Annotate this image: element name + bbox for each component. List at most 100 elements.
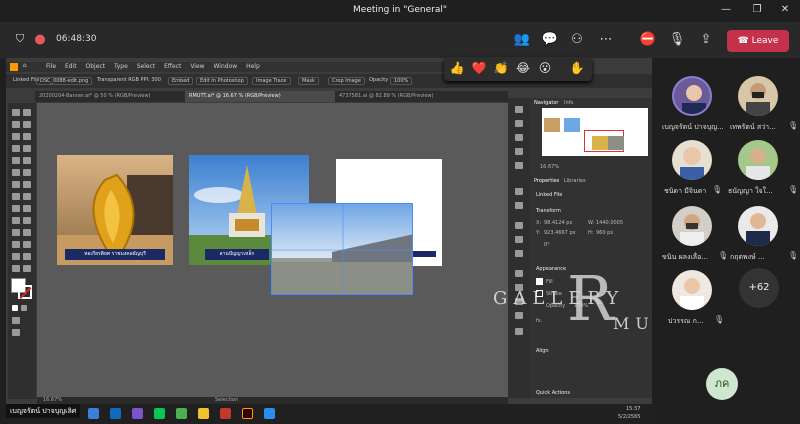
- linked-file-link[interactable]: DSC_0088-edit.png: [36, 77, 93, 85]
- surprised-reaction-icon[interactable]: 😮: [536, 61, 554, 75]
- tab-info[interactable]: Info: [564, 100, 573, 106]
- tab-libraries[interactable]: Libraries: [564, 178, 586, 184]
- menu-view[interactable]: View: [190, 63, 204, 70]
- eraser-tool-icon[interactable]: [23, 169, 31, 176]
- more-options-icon[interactable]: ⋯: [596, 32, 616, 47]
- close-icon[interactable]: ✕: [775, 4, 795, 15]
- placed-image-selected[interactable]: [271, 203, 413, 295]
- symbols-panel-icon[interactable]: [515, 202, 523, 209]
- libraries-panel-icon[interactable]: [515, 134, 523, 141]
- menu-select[interactable]: Select: [137, 63, 156, 70]
- artboard-tool-icon[interactable]: [12, 253, 20, 260]
- edit-in-photoshop-button[interactable]: Edit In Photoshop: [196, 77, 248, 85]
- tab-navigator[interactable]: Navigator: [534, 100, 558, 106]
- leave-button[interactable]: ☎ Leave: [727, 30, 789, 52]
- type-tool-icon[interactable]: [12, 145, 20, 152]
- lasso-tool-icon[interactable]: [23, 121, 31, 128]
- layers-panel-icon[interactable]: [515, 120, 523, 127]
- screen-mode-icon[interactable]: [12, 329, 20, 336]
- artboard-canvas[interactable]: หอเกียรติยศ ราชมงคลธัญบุรี ลานปัญญาเหล็ก: [37, 103, 508, 397]
- minimize-icon[interactable]: —: [716, 4, 736, 15]
- avatar[interactable]: [738, 206, 778, 246]
- brushes-panel-icon[interactable]: [515, 188, 523, 195]
- transparency-panel-icon[interactable]: [515, 250, 523, 257]
- selection-tool-icon[interactable]: [12, 109, 20, 116]
- tab-rmutt[interactable]: RMUTT.ai* @ 16.67 % (RGB/Preview): [185, 91, 335, 102]
- tab-4737581[interactable]: 4737581.ai @ 82.89 % (RGB/Preview): [335, 91, 485, 102]
- curvature-tool-icon[interactable]: [23, 133, 31, 140]
- color-mode-icon[interactable]: [12, 305, 18, 311]
- gradient-mode-icon[interactable]: [21, 305, 27, 311]
- slice-tool-icon[interactable]: [23, 253, 31, 260]
- embed-button[interactable]: Embed: [168, 77, 194, 85]
- perspective-grid-tool-icon[interactable]: [23, 205, 31, 212]
- color-panel-icon[interactable]: [515, 148, 523, 155]
- gradient-panel-icon[interactable]: [515, 236, 523, 243]
- avatar[interactable]: [672, 206, 712, 246]
- self-avatar[interactable]: ภค: [706, 368, 738, 400]
- w-field[interactable]: 1440.0005: [596, 220, 623, 226]
- file-explorer-icon[interactable]: [198, 408, 209, 419]
- avatar[interactable]: [672, 140, 712, 180]
- swatches-panel-icon[interactable]: [515, 162, 523, 169]
- camera-off-icon[interactable]: ⛔: [638, 32, 658, 47]
- heart-reaction-icon[interactable]: ❤️: [470, 61, 488, 75]
- maximize-icon[interactable]: ❐: [747, 4, 767, 15]
- opacity-input[interactable]: 100%: [390, 77, 413, 85]
- menu-edit[interactable]: Edit: [65, 63, 77, 70]
- like-reaction-icon[interactable]: 👍: [448, 61, 466, 75]
- draw-mode-icon[interactable]: [12, 317, 20, 324]
- menu-type[interactable]: Type: [114, 63, 128, 70]
- properties-panel-icon[interactable]: [515, 106, 523, 113]
- line-app-icon[interactable]: [154, 408, 165, 419]
- laugh-reaction-icon[interactable]: 😂: [514, 61, 532, 75]
- pen-tool-icon[interactable]: [12, 133, 20, 140]
- magic-wand-tool-icon[interactable]: [12, 121, 20, 128]
- hand-tool-icon[interactable]: [12, 265, 20, 272]
- clap-reaction-icon[interactable]: 👏: [492, 61, 510, 75]
- mesh-tool-icon[interactable]: [12, 217, 20, 224]
- stroke-panel-icon[interactable]: [515, 222, 523, 229]
- avatar[interactable]: [738, 76, 778, 116]
- menu-window[interactable]: Window: [214, 63, 238, 70]
- stroke-swatch[interactable]: [18, 285, 32, 300]
- raise-hand-icon[interactable]: ✋: [568, 61, 586, 75]
- line-tool-icon[interactable]: [23, 145, 31, 152]
- shape-builder-tool-icon[interactable]: [12, 205, 20, 212]
- gradient-tool-icon[interactable]: [23, 217, 31, 224]
- mask-button[interactable]: Mask: [298, 77, 319, 85]
- pencil-tool-icon[interactable]: [12, 169, 20, 176]
- illustrator-taskbar-icon[interactable]: [242, 408, 253, 419]
- h-field[interactable]: 960 px: [596, 230, 613, 236]
- photos-icon[interactable]: [264, 408, 275, 419]
- chat-icon[interactable]: 💬: [540, 32, 560, 47]
- eyedropper-tool-icon[interactable]: [12, 229, 20, 236]
- tab-properties[interactable]: Properties: [534, 178, 559, 184]
- more-participants-button[interactable]: +62: [739, 268, 779, 308]
- navigator-zoom[interactable]: 16.67%: [540, 164, 559, 170]
- edge-icon[interactable]: [110, 408, 121, 419]
- navigator-preview[interactable]: [542, 108, 648, 156]
- artboard-hall-of-fame[interactable]: หอเกียรติยศ ราชมงคลธัญบุรี: [57, 155, 173, 265]
- people-icon[interactable]: 👥: [512, 32, 532, 47]
- avatar[interactable]: [672, 76, 712, 116]
- menu-object[interactable]: Object: [86, 63, 106, 70]
- teams-icon[interactable]: [132, 408, 143, 419]
- chrome-icon[interactable]: [176, 408, 187, 419]
- rectangle-tool-icon[interactable]: [12, 157, 20, 164]
- direct-selection-tool-icon[interactable]: [23, 109, 31, 116]
- status-zoom[interactable]: 16.67%: [43, 397, 62, 403]
- free-transform-tool-icon[interactable]: [23, 193, 31, 200]
- blend-tool-icon[interactable]: [23, 229, 31, 236]
- tab-banner[interactable]: 20200204-Banner.ai* @ 50 % (RGB/Preview): [35, 91, 185, 102]
- home-icon[interactable]: ⌂: [23, 62, 27, 69]
- menu-effect[interactable]: Effect: [164, 63, 181, 70]
- image-trace-button[interactable]: Image Trace: [252, 77, 291, 85]
- mic-off-icon[interactable]: 🎙: [667, 32, 687, 47]
- crop-image-button[interactable]: Crop Image: [328, 77, 365, 85]
- y-field[interactable]: 923.4667 px: [544, 230, 576, 236]
- menu-file[interactable]: File: [46, 63, 56, 70]
- angle-field[interactable]: 0°: [544, 242, 550, 248]
- scale-tool-icon[interactable]: [23, 181, 31, 188]
- zoom-tool-icon[interactable]: [23, 265, 31, 272]
